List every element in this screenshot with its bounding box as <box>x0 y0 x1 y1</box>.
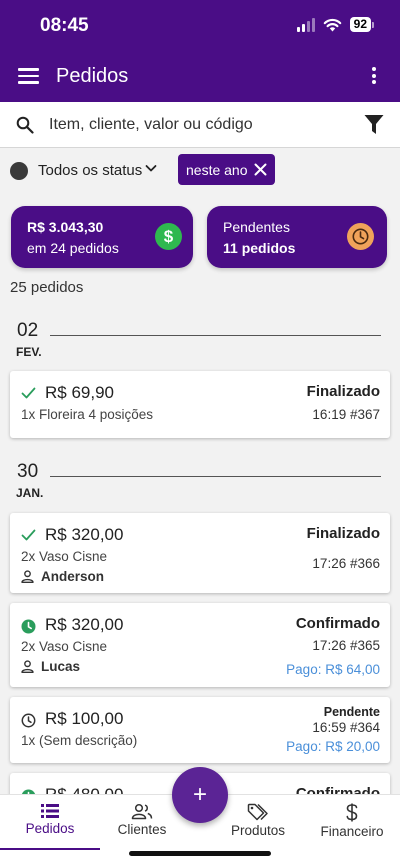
pending-summary-card[interactable]: Pendentes 11 pedidos <box>207 206 387 268</box>
order-time-code: 16:19 #367 <box>312 407 380 422</box>
order-time-code: 17:26 #365 <box>312 638 380 653</box>
status-bar: 08:45 92 <box>0 0 400 52</box>
order-time-code: 16:59 #364 <box>312 720 380 735</box>
order-time-code: 17:26 #366 <box>312 556 380 571</box>
clock-icon <box>347 223 374 250</box>
date-month: JAN. <box>16 486 44 500</box>
date-day: 30 <box>17 461 39 482</box>
order-description: 1x Floreira 4 posições <box>21 407 154 422</box>
page-title: Pedidos <box>56 65 129 87</box>
active-tab-indicator <box>0 848 100 850</box>
order-description: 2x Vaso Cisne <box>21 639 108 654</box>
nav-item-pedidos[interactable]: Pedidos <box>0 795 100 836</box>
order-price: R$ 100,00 <box>45 709 124 728</box>
total-summary-card[interactable]: R$ 3.043,30 em 24 pedidos $ <box>11 206 193 268</box>
person-icon <box>21 660 34 673</box>
customer-name: Lucas <box>41 659 81 674</box>
status-dot-icon[interactable] <box>10 162 28 180</box>
total-orders: em 24 pedidos <box>27 240 119 256</box>
filter-icon[interactable] <box>364 114 384 136</box>
status-icons: 92 <box>296 17 374 32</box>
chip-label: neste ano <box>186 161 248 178</box>
confirmed-clock-icon <box>21 619 36 634</box>
order-description: 1x (Sem descrição) <box>21 733 138 748</box>
order-card[interactable]: R$ 320,00 2x Vaso Cisne Lucas Confirmado… <box>10 603 390 687</box>
tags-icon <box>247 803 268 821</box>
order-customer: Anderson <box>21 569 104 584</box>
list-icon <box>41 804 59 818</box>
search-icon <box>16 116 34 134</box>
users-icon <box>131 803 153 820</box>
date-month: FEV. <box>16 345 42 359</box>
nav-label: Clientes <box>117 822 167 837</box>
clock-time: 08:45 <box>40 15 89 36</box>
order-card[interactable]: R$ 69,90 1x Floreira 4 posições Finaliza… <box>10 371 390 438</box>
more-options-icon[interactable] <box>372 67 378 87</box>
date-day: 02 <box>17 320 39 341</box>
check-icon <box>21 387 36 399</box>
order-price: R$ 320,00 <box>45 615 124 634</box>
order-card[interactable]: R$ 320,00 2x Vaso Cisne Anderson Finaliz… <box>10 513 390 593</box>
nav-item-financeiro[interactable]: Financeiro <box>302 795 400 839</box>
search-input[interactable]: Item, cliente, valor ou código <box>49 116 253 134</box>
person-icon <box>21 570 34 583</box>
date-separator: 30 JAN. <box>0 461 400 501</box>
order-price: R$ 320,00 <box>45 525 124 544</box>
total-amount: R$ 3.043,30 <box>27 219 104 235</box>
order-status: Finalizado <box>306 383 380 400</box>
date-separator: 02 FEV. <box>0 320 400 360</box>
order-description: 2x Vaso Cisne <box>21 549 108 564</box>
chevron-down-icon[interactable] <box>145 163 157 173</box>
clock-icon <box>21 713 36 728</box>
nav-label: Financeiro <box>320 824 384 839</box>
app-bar: Pedidos <box>0 52 400 102</box>
pending-count: 11 pedidos <box>223 240 296 256</box>
signal-icon <box>296 17 315 32</box>
dollar-icon <box>346 803 358 822</box>
nav-label: Produtos <box>230 823 286 838</box>
filter-row: Todos os status neste ano <box>0 152 400 188</box>
order-paid-amount[interactable]: Pago: R$ 20,00 <box>286 739 380 754</box>
order-paid-amount[interactable]: Pago: R$ 64,00 <box>286 662 380 677</box>
order-card[interactable]: R$ 100,00 1x (Sem descrição) Pendente 16… <box>10 697 390 763</box>
home-indicator <box>129 851 271 856</box>
add-order-button[interactable]: + <box>172 767 228 823</box>
orders-count: 25 pedidos <box>10 279 84 296</box>
wifi-icon <box>323 18 341 31</box>
dollar-icon: $ <box>155 223 182 250</box>
order-status: Pendente <box>323 705 380 719</box>
order-status: Confirmado <box>295 615 380 632</box>
order-customer: Lucas <box>21 659 80 674</box>
nav-label: Pedidos <box>25 821 75 836</box>
close-icon[interactable] <box>254 163 267 176</box>
search-bar[interactable]: Item, cliente, valor ou código <box>0 102 400 148</box>
order-price: R$ 69,90 <box>45 383 114 402</box>
status-filter-dropdown[interactable]: Todos os status <box>38 162 142 179</box>
check-icon <box>21 529 36 541</box>
customer-name: Anderson <box>41 569 105 584</box>
order-status: Finalizado <box>306 525 380 542</box>
pending-label: Pendentes <box>223 219 290 235</box>
hamburger-menu-icon[interactable] <box>18 68 39 84</box>
battery-icon: 92 <box>349 17 374 32</box>
period-filter-chip[interactable]: neste ano <box>178 154 275 185</box>
battery-level: 92 <box>349 17 371 32</box>
